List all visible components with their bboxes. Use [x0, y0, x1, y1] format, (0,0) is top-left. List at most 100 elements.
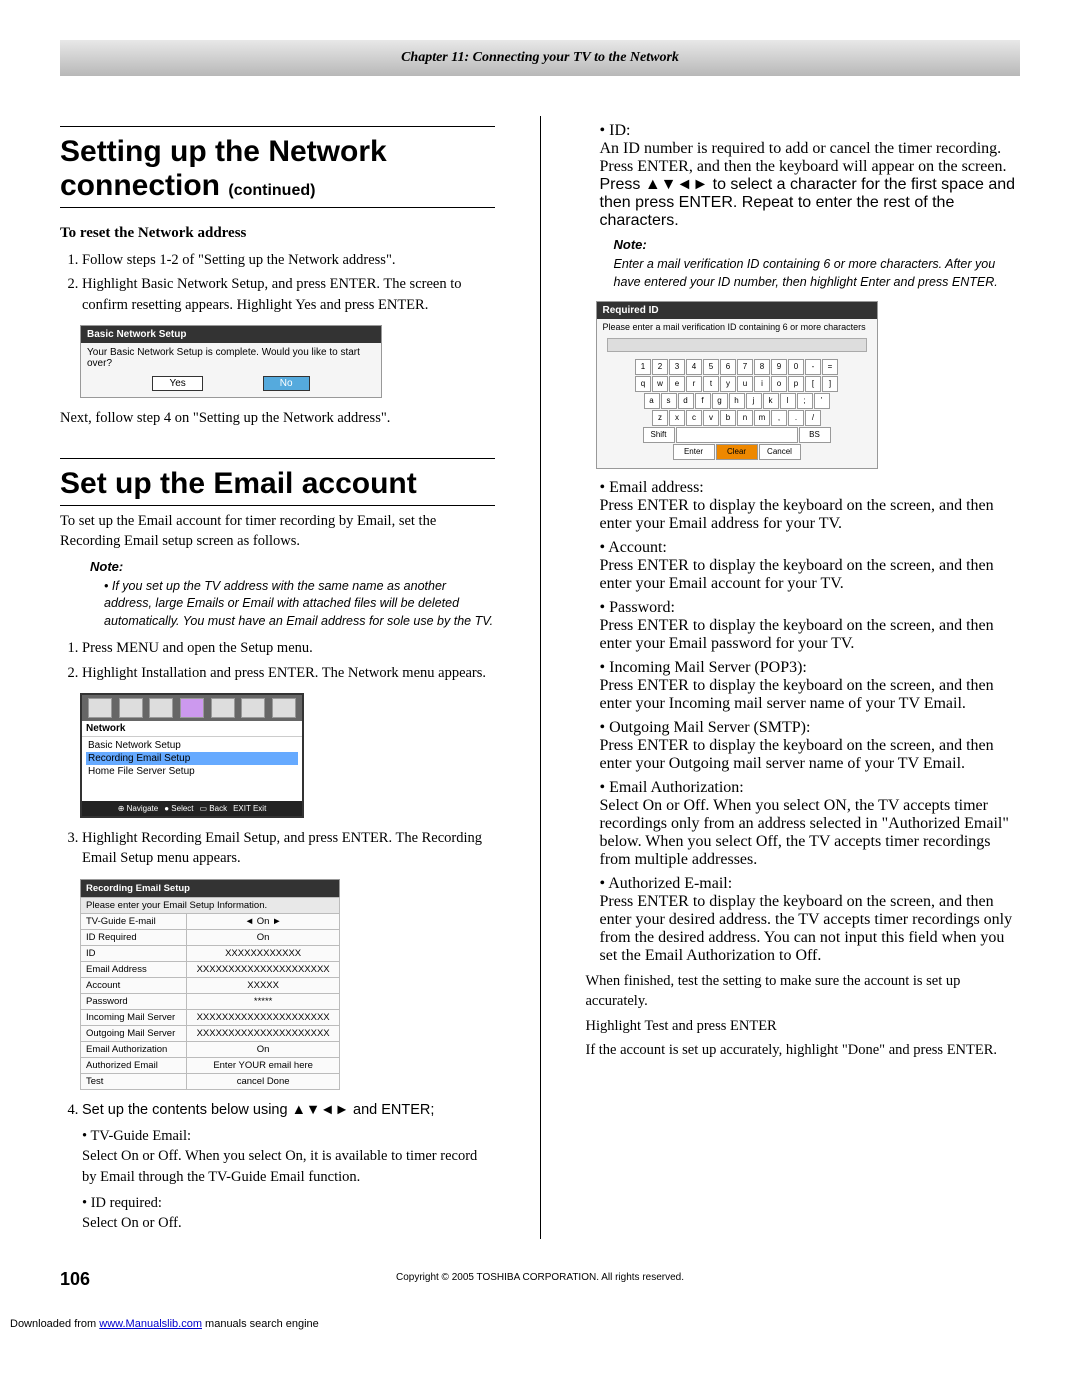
- heading-email-account: Set up the Email account: [60, 458, 495, 506]
- kb-key[interactable]: ]: [822, 376, 838, 392]
- setup-title: Recording Email Setup: [81, 879, 340, 897]
- email-steps-4: Set up the contents below using ▲▼◄► and…: [60, 1100, 495, 1234]
- right-column: • ID: An ID number is required to add or…: [586, 116, 1021, 1239]
- kb-key[interactable]: e: [669, 376, 685, 392]
- kb-key[interactable]: 0: [788, 359, 804, 375]
- kb-key[interactable]: y: [720, 376, 736, 392]
- reset-heading: To reset the Network address: [60, 223, 495, 244]
- reset-steps: Follow steps 1-2 of "Setting up the Netw…: [60, 250, 495, 315]
- kb-key[interactable]: a: [644, 393, 660, 409]
- keyboard-dialog: Required ID Please enter a mail verifica…: [596, 301, 878, 469]
- kb-key[interactable]: s: [661, 393, 677, 409]
- kb-key[interactable]: f: [695, 393, 711, 409]
- email-step-4: Set up the contents below using ▲▼◄► and…: [82, 1100, 495, 1234]
- left-column: Setting up the Network connection (conti…: [60, 116, 495, 1239]
- kb-key[interactable]: v: [703, 410, 719, 426]
- menu-title: Network: [82, 721, 302, 737]
- kb-input-field[interactable]: [607, 338, 867, 352]
- kb-key[interactable]: q: [635, 376, 651, 392]
- kb-row-1: 1234567890-=: [635, 359, 838, 375]
- kb-key[interactable]: k: [763, 393, 779, 409]
- kb-key[interactable]: 9: [771, 359, 787, 375]
- kb-clear[interactable]: Clear: [716, 444, 758, 460]
- finish-1: When finished, test the setting to make …: [586, 971, 1021, 1012]
- finish-3: If the account is set up accurately, hig…: [586, 1040, 1021, 1060]
- kb-key[interactable]: o: [771, 376, 787, 392]
- kb-key[interactable]: u: [737, 376, 753, 392]
- email-step-3: Highlight Recording Email Setup, and pre…: [82, 828, 495, 869]
- basic-network-dialog: Basic Network Setup Your Basic Network S…: [80, 325, 382, 398]
- reset-step-1: Follow steps 1-2 of "Setting up the Netw…: [82, 250, 495, 270]
- kb-key[interactable]: z: [652, 410, 668, 426]
- kb-bs[interactable]: BS: [799, 427, 831, 443]
- kb-key[interactable]: ,: [771, 410, 787, 426]
- kb-keys: 1234567890-= qwertyuiop[] asdfghjkl;' zx…: [597, 355, 877, 468]
- manualslib-link[interactable]: www.Manualslib.com: [99, 1318, 202, 1330]
- kb-key[interactable]: [: [805, 376, 821, 392]
- kb-key[interactable]: =: [822, 359, 838, 375]
- chapter-header: Chapter 11: Connecting your TV to the Ne…: [60, 40, 1020, 76]
- id-note-label: Note:: [614, 236, 1021, 254]
- kb-key[interactable]: b: [720, 410, 736, 426]
- kb-key[interactable]: 5: [703, 359, 719, 375]
- kb-key[interactable]: -: [805, 359, 821, 375]
- id-note-body: Enter a mail verification ID containing …: [614, 256, 1021, 291]
- dialog-title: Basic Network Setup: [81, 326, 381, 343]
- kb-key[interactable]: c: [686, 410, 702, 426]
- page: Chapter 11: Connecting your TV to the Ne…: [0, 0, 1080, 1303]
- kb-cancel[interactable]: Cancel: [759, 444, 801, 460]
- kb-key[interactable]: 3: [669, 359, 685, 375]
- kb-enter[interactable]: Enter: [673, 444, 715, 460]
- kb-key[interactable]: j: [746, 393, 762, 409]
- kb-key[interactable]: 2: [652, 359, 668, 375]
- dialog-message: Your Basic Network Setup is complete. Wo…: [81, 343, 381, 373]
- download-footer: Downloaded from www.Manualslib.com manua…: [0, 1318, 1080, 1330]
- kb-key[interactable]: 7: [737, 359, 753, 375]
- kb-key[interactable]: w: [652, 376, 668, 392]
- menu-footer: ⊕ Navigate● Select▭ BackEXIT Exit: [82, 801, 302, 816]
- note-label: Note:: [90, 558, 495, 576]
- kb-key[interactable]: .: [788, 410, 804, 426]
- menu-item-basic[interactable]: Basic Network Setup: [86, 739, 298, 752]
- kb-key[interactable]: 6: [720, 359, 736, 375]
- kb-key[interactable]: i: [754, 376, 770, 392]
- network-menu: Network Basic Network Setup Recording Em…: [80, 693, 304, 818]
- kb-key[interactable]: r: [686, 376, 702, 392]
- kb-key[interactable]: m: [754, 410, 770, 426]
- heading-network-setup: Setting up the Network connection (conti…: [60, 126, 495, 208]
- email-steps: Press MENU and open the Setup menu. High…: [60, 638, 495, 683]
- kb-space[interactable]: [676, 427, 798, 443]
- kb-key[interactable]: l: [780, 393, 796, 409]
- kb-key[interactable]: ': [814, 393, 830, 409]
- kb-row-2: qwertyuiop[]: [635, 376, 838, 392]
- email-step-2: Highlight Installation and press ENTER. …: [82, 663, 495, 683]
- kb-row-4: zxcvbnm,./: [652, 410, 821, 426]
- kb-key[interactable]: h: [729, 393, 745, 409]
- kb-key[interactable]: ;: [797, 393, 813, 409]
- email-step-1: Press MENU and open the Setup menu.: [82, 638, 495, 658]
- kb-key[interactable]: p: [788, 376, 804, 392]
- email-steps-cont: Highlight Recording Email Setup, and pre…: [60, 828, 495, 869]
- kb-row-3: asdfghjkl;': [644, 393, 830, 409]
- reset-step-2: Highlight Basic Network Setup, and press…: [82, 274, 495, 315]
- content-columns: Setting up the Network connection (conti…: [60, 116, 1020, 1239]
- kb-key[interactable]: 1: [635, 359, 651, 375]
- finish-2: Highlight Test and press ENTER: [586, 1016, 1021, 1036]
- kb-key[interactable]: g: [712, 393, 728, 409]
- no-button[interactable]: No: [263, 376, 310, 391]
- yes-button[interactable]: Yes: [152, 376, 202, 391]
- column-divider: [540, 116, 541, 1239]
- kb-shift[interactable]: Shift: [643, 427, 675, 443]
- recording-email-setup-table: Recording Email Setup Please enter your …: [80, 879, 340, 1090]
- menu-item-recording[interactable]: Recording Email Setup: [86, 752, 298, 765]
- kb-key[interactable]: d: [678, 393, 694, 409]
- kb-key[interactable]: /: [805, 410, 821, 426]
- menu-item-homefile[interactable]: Home File Server Setup: [86, 765, 298, 778]
- email-note: • If you set up the TV address with the …: [104, 578, 495, 631]
- kb-key[interactable]: 4: [686, 359, 702, 375]
- kb-message: Please enter a mail verification ID cont…: [597, 319, 877, 335]
- kb-key[interactable]: 8: [754, 359, 770, 375]
- kb-key[interactable]: t: [703, 376, 719, 392]
- kb-key[interactable]: x: [669, 410, 685, 426]
- kb-key[interactable]: n: [737, 410, 753, 426]
